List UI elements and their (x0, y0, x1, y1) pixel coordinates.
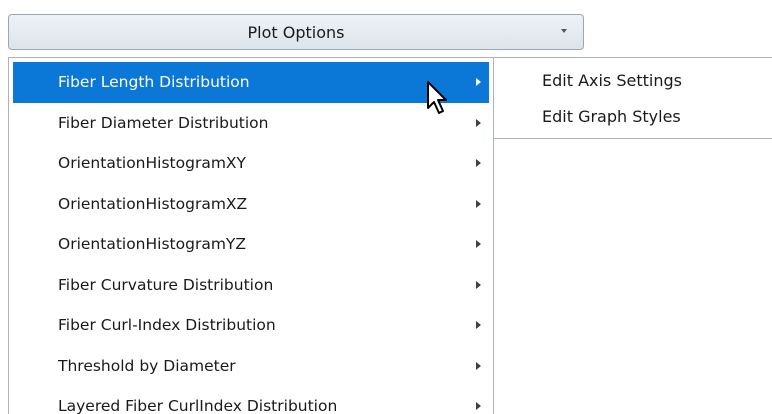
submenu-arrow-icon (476, 159, 481, 168)
submenu-item-edit-axis-settings[interactable]: Edit Axis Settings (494, 62, 772, 98)
submenu-arrow-icon (476, 361, 481, 370)
menu-item-orientation-histogram-xy[interactable]: OrientationHistogramXY (13, 143, 489, 184)
menu-item-label: Layered Fiber CurlIndex Distribution (58, 397, 338, 414)
submenu-arrow-icon (476, 118, 481, 127)
menu-item-label: Fiber Diameter Distribution (58, 113, 269, 132)
menu-item-fiber-length-distribution[interactable]: Fiber Length Distribution (13, 62, 489, 103)
submenu-item-label: Edit Graph Styles (542, 106, 681, 126)
menu-item-fiber-curvature-distribution[interactable]: Fiber Curvature Distribution (13, 265, 489, 306)
submenu-arrow-icon (476, 240, 481, 249)
submenu-arrow-icon (476, 321, 481, 330)
menu-item-layered-fiber-curlindex-distribution[interactable]: Layered Fiber CurlIndex Distribution (13, 386, 489, 414)
plot-options-label: Plot Options (247, 22, 345, 42)
menu-item-label: Fiber Curvature Distribution (58, 275, 274, 294)
menu-item-label: Threshold by Diameter (58, 356, 236, 375)
menu-item-label: OrientationHistogramXZ (58, 194, 248, 213)
menu-item-orientation-histogram-xz[interactable]: OrientationHistogramXZ (13, 184, 489, 225)
menu-item-orientation-histogram-yz[interactable]: OrientationHistogramYZ (13, 224, 489, 265)
submenu-item-edit-graph-styles[interactable]: Edit Graph Styles (494, 98, 772, 134)
menu-item-fiber-diameter-distribution[interactable]: Fiber Diameter Distribution (13, 103, 489, 144)
submenu-arrow-icon (476, 280, 481, 289)
plot-options-menu: Fiber Length Distribution Fiber Diameter… (8, 57, 494, 414)
menu-item-label: OrientationHistogramXY (58, 154, 246, 173)
fiber-length-submenu: Edit Axis Settings Edit Graph Styles (494, 57, 772, 139)
menu-item-threshold-by-diameter[interactable]: Threshold by Diameter (13, 346, 489, 387)
submenu-item-label: Edit Axis Settings (542, 70, 682, 90)
plot-options-dropdown[interactable]: Plot Options (8, 14, 584, 50)
menu-item-label: OrientationHistogramYZ (58, 235, 246, 254)
chevron-down-icon (561, 29, 567, 33)
mouse-pointer-icon (427, 81, 447, 114)
submenu-arrow-icon (476, 78, 481, 87)
menu-item-label: Fiber Length Distribution (58, 73, 250, 92)
submenu-arrow-icon (476, 199, 481, 208)
menu-item-fiber-curl-index-distribution[interactable]: Fiber Curl-Index Distribution (13, 305, 489, 346)
menu-item-label: Fiber Curl-Index Distribution (58, 316, 276, 335)
page: Plot Options Fiber Length Distribution F… (0, 0, 772, 414)
submenu-arrow-icon (476, 402, 481, 411)
